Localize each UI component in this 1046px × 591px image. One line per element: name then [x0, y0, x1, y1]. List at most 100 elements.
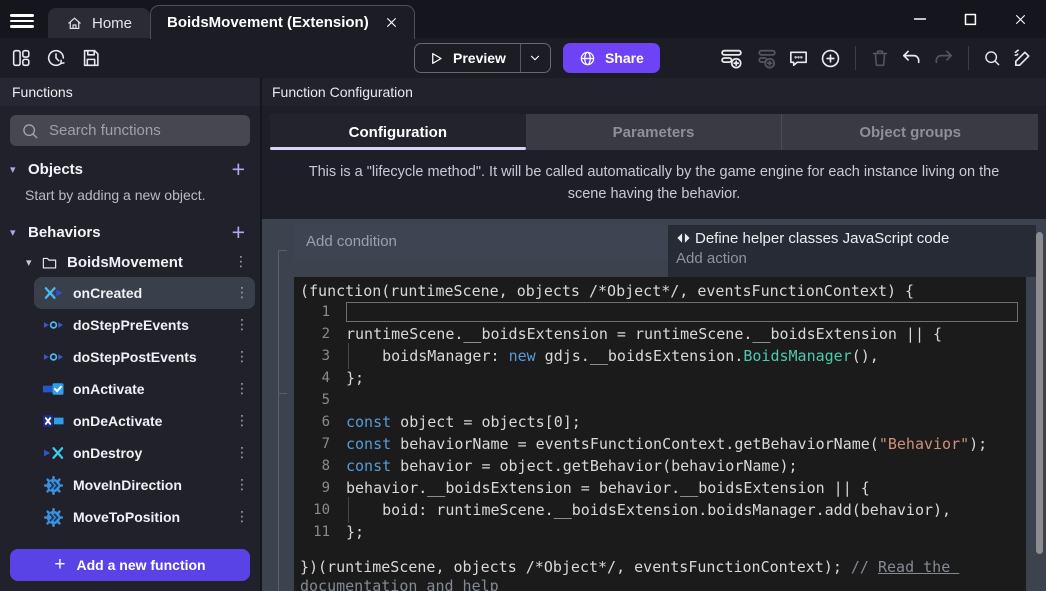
behavior-group-boidsmovement[interactable]: ▾ BoidsMovement ⋮ [0, 247, 260, 277]
add-condition-button[interactable]: Add condition [294, 225, 668, 260]
search-icon[interactable] [982, 48, 1002, 68]
objects-empty-hint: Start by adding a new object. [0, 187, 260, 203]
code-line: 5 [294, 389, 1026, 411]
close-button[interactable] [1010, 9, 1030, 29]
code-line: 1 [294, 301, 1026, 323]
play-icon [429, 51, 444, 66]
code-line: 2runtimeScene.__boidsExtension = runtime… [294, 323, 1026, 345]
behavior-group-label: BoidsMovement [67, 254, 183, 271]
function-item-onDeActivate[interactable]: onDeActivate ⋮ [34, 405, 255, 437]
close-icon[interactable] [385, 16, 398, 29]
item-menu-button[interactable]: ⋮ [235, 445, 249, 461]
panel-title: Function Configuration [262, 78, 1046, 106]
events-sheet: Add condition Define helper classes Java… [262, 219, 1046, 591]
project-manager-icon[interactable] [10, 47, 32, 69]
function-item-doStepPostEvents[interactable]: doStepPostEvents ⋮ [34, 341, 255, 373]
code-footer-line: })(runtimeScene, objects /*Object*/, eve… [294, 558, 1026, 591]
function-item-MoveInDirection[interactable]: MoveInDirection ⋮ [34, 469, 255, 501]
undo-icon[interactable] [900, 47, 923, 70]
share-button[interactable]: Share [563, 43, 660, 73]
main-menu-button[interactable] [10, 11, 34, 31]
chevron-down-icon: ▾ [10, 163, 25, 176]
titlebar: Home BoidsMovement (Extension) [0, 0, 1046, 38]
js-code-editor[interactable]: (function(runtimeScene, objects /*Object… [294, 277, 1026, 591]
sidebar-title: Functions [0, 78, 260, 106]
activate-icon [41, 380, 65, 398]
preview-dropdown-button[interactable] [520, 44, 550, 72]
group-menu-button[interactable]: ⋮ [234, 254, 248, 270]
redo-icon[interactable] [932, 47, 955, 70]
item-menu-button[interactable]: ⋮ [235, 381, 249, 397]
search-functions-input[interactable] [49, 122, 240, 139]
toolbar-divider [968, 46, 969, 70]
event-actions-cell: Define helper classes JavaScript code Ad… [668, 225, 1036, 277]
add-circle-icon[interactable] [819, 47, 842, 70]
edit-scene-icon[interactable] [1011, 47, 1034, 70]
events-scrollbar[interactable] [1036, 232, 1043, 554]
code-line: 7const behaviorName = eventsFunctionCont… [294, 433, 1026, 455]
search-icon [20, 121, 40, 141]
plus-icon: + [54, 554, 65, 576]
tab-object-groups[interactable]: Object groups [781, 114, 1038, 150]
add-object-button[interactable]: + [232, 159, 245, 179]
code-line: 4}; [294, 367, 1026, 389]
item-menu-button[interactable]: ⋮ [235, 317, 249, 333]
lifecycle-step-icon [41, 316, 65, 334]
behaviors-section-header[interactable]: ▾ Behaviors + [0, 217, 260, 247]
save-icon[interactable] [80, 47, 102, 69]
toolbar-divider [855, 46, 856, 70]
objects-section-header[interactable]: ▾ Objects + [0, 154, 260, 184]
function-item-onActivate[interactable]: onActivate ⋮ [34, 373, 255, 405]
add-action-button[interactable]: Add action [676, 250, 1028, 267]
add-new-function-button[interactable]: + Add a new function [10, 549, 250, 581]
preview-label: Preview [453, 50, 506, 66]
lifecycle-description: This is a "lifecycle method". It will be… [262, 150, 1046, 219]
tab-boidsmovement-extension[interactable]: BoidsMovement (Extension) [150, 5, 415, 39]
function-item-doStepPreEvents[interactable]: doStepPreEvents ⋮ [34, 309, 255, 341]
history-icon[interactable] [45, 47, 67, 69]
functions-sidebar: Functions ▾ Objects + Start by adding a … [0, 78, 262, 591]
add-event-icon[interactable] [719, 46, 744, 71]
function-item-onCreated[interactable]: onCreated ⋮ [34, 277, 255, 309]
gdevelop-window: Home BoidsMovement (Extension) Preview S… [0, 0, 1046, 591]
trash-icon[interactable] [869, 47, 891, 69]
event-indent-guide [278, 393, 287, 591]
behaviors-section-label: Behaviors [28, 224, 101, 241]
tab-label: BoidsMovement (Extension) [167, 14, 369, 31]
add-function-label: Add a new function [77, 557, 206, 573]
preview-button[interactable]: Preview [414, 43, 551, 73]
function-configuration-panel: Function Configuration ConfigurationPara… [262, 78, 1046, 591]
add-comment-icon[interactable] [787, 47, 810, 70]
tab-parameters[interactable]: Parameters [526, 114, 782, 150]
code-line: 10 boid: runtimeScene.__boidsExtension.b… [294, 499, 1026, 521]
add-subevent-icon[interactable] [753, 46, 778, 71]
minimize-button[interactable] [910, 9, 930, 29]
function-item-onDestroy[interactable]: onDestroy ⋮ [34, 437, 255, 469]
code-line: 3 boidsManager: new gdjs.__boidsExtensio… [294, 345, 1026, 367]
js-event-title[interactable]: Define helper classes JavaScript code [676, 230, 1028, 247]
tab-home[interactable]: Home [48, 8, 150, 38]
deactivate-icon [41, 412, 65, 430]
destroy-icon [41, 444, 65, 462]
js-code-icon [676, 232, 691, 244]
chevron-down-icon: ▾ [10, 226, 25, 239]
item-menu-button[interactable]: ⋮ [235, 477, 249, 493]
code-line: 8const behavior = object.getBehavior(beh… [294, 455, 1026, 477]
search-functions-box[interactable] [10, 115, 250, 146]
behavior-method-icon [41, 508, 65, 526]
item-menu-button[interactable]: ⋮ [235, 413, 249, 429]
item-menu-button[interactable]: ⋮ [235, 349, 249, 365]
folder-icon [41, 255, 58, 270]
item-menu-button[interactable]: ⋮ [235, 509, 249, 525]
code-line: 9behavior.__boidsExtension = behavior.__… [294, 477, 1026, 499]
code-header-line: (function(runtimeScene, objects /*Object… [294, 281, 1026, 301]
home-icon [66, 15, 83, 32]
chevron-down-icon: ▾ [26, 256, 41, 269]
item-menu-button[interactable]: ⋮ [235, 285, 249, 301]
tab-configuration[interactable]: Configuration [270, 114, 526, 150]
add-behavior-button[interactable]: + [232, 222, 245, 242]
function-item-MoveToPosition[interactable]: MoveToPosition ⋮ [34, 501, 255, 533]
globe-icon [579, 50, 596, 67]
share-label: Share [605, 50, 644, 66]
maximize-button[interactable] [960, 9, 980, 29]
